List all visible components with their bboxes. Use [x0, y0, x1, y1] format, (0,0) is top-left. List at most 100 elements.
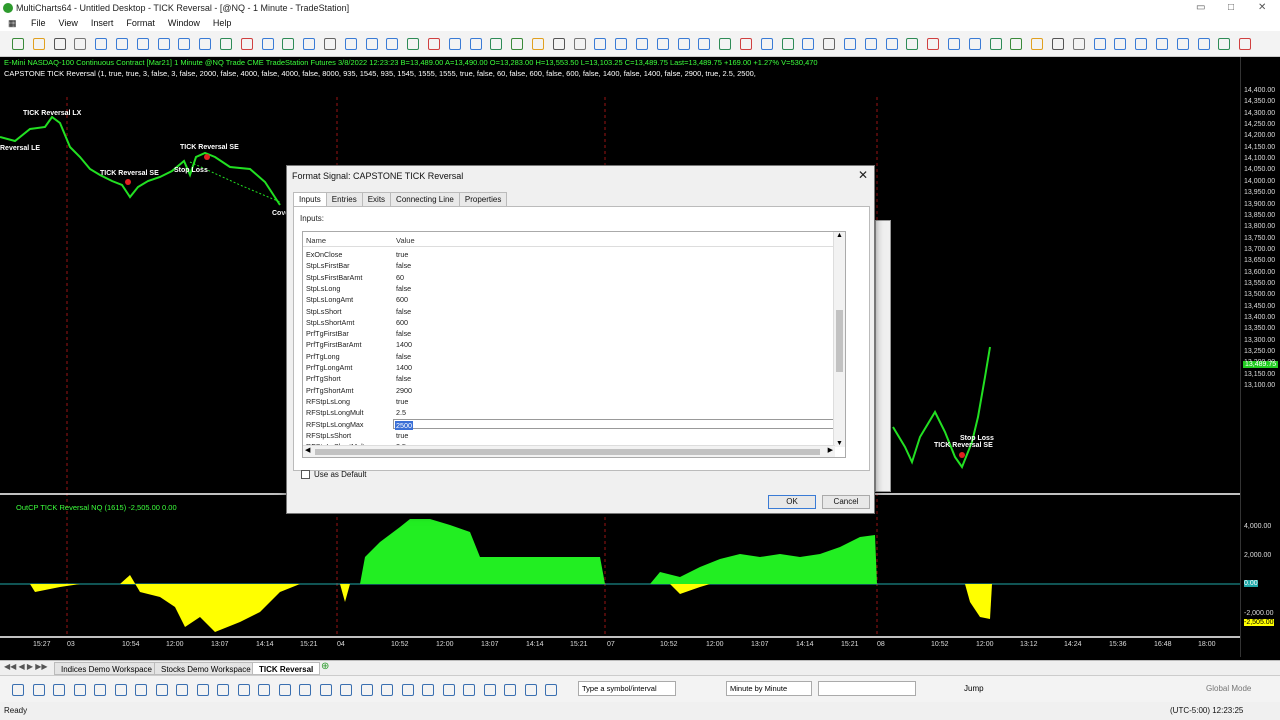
resolution-select[interactable]: Minute by Minute [726, 681, 812, 696]
horizontal-scrollbar[interactable]: ◀ ▶ [303, 445, 835, 457]
toolbar-tool-icon[interactable] [781, 38, 794, 50]
drawing-tool-icon[interactable] [319, 684, 332, 696]
toolbar-tool-icon[interactable] [1135, 38, 1148, 50]
input-value[interactable]: true [396, 396, 408, 407]
drawing-tool-icon[interactable] [32, 684, 45, 696]
toolbar-tool-icon[interactable] [927, 38, 940, 50]
input-row[interactable]: RFStpLsLongMult 2.5 [303, 407, 833, 418]
menu-view[interactable]: View [59, 16, 78, 31]
drawing-tool-icon[interactable] [94, 684, 106, 696]
input-value[interactable]: 2900 [396, 385, 412, 396]
toolbar-tool-icon[interactable] [989, 38, 1002, 50]
drawing-tool-icon[interactable] [155, 684, 168, 696]
drawing-tool-icon[interactable] [73, 684, 86, 696]
menu-window[interactable]: Window [168, 16, 200, 31]
toolbar-tool-icon[interactable] [220, 38, 232, 50]
toolbar-tool-icon[interactable] [552, 38, 565, 50]
toolbar-tool-icon[interactable] [760, 38, 773, 50]
input-value-selected[interactable]: 2500 [395, 420, 413, 430]
toolbar-tool-icon[interactable] [490, 38, 503, 50]
toolbar-tool-icon[interactable] [844, 38, 856, 50]
toolbar-tool-icon[interactable] [906, 38, 919, 50]
toolbar-tool-icon[interactable] [74, 38, 87, 50]
scroll-up-icon[interactable]: ▲ [836, 232, 843, 239]
menu-help[interactable]: Help [213, 16, 232, 31]
toolbar-tool-icon[interactable] [12, 38, 24, 50]
toolbar-tool-icon[interactable] [344, 38, 357, 50]
menu-file[interactable]: File [31, 16, 46, 31]
input-row[interactable]: StpLsShortAmt 600 [303, 317, 833, 328]
tab-properties[interactable]: Properties [458, 192, 508, 206]
drawing-tool-icon[interactable] [176, 684, 188, 696]
checkbox-box[interactable] [301, 470, 310, 479]
input-value[interactable]: 2500 [393, 418, 834, 430]
input-value[interactable]: false [396, 283, 411, 294]
toolbar-tool-icon[interactable] [1156, 38, 1168, 50]
price-axis[interactable]: 14,400.00 14,350.00 14,300.00 14,250.00 14,2… [1240, 57, 1280, 657]
drawing-tool-icon[interactable] [278, 684, 291, 696]
scroll-right-icon[interactable]: ▶ [828, 446, 833, 454]
tab-exits[interactable]: Exits [361, 192, 392, 206]
drawing-tool-icon[interactable] [258, 684, 270, 696]
input-row[interactable]: StpLsLong false [303, 283, 833, 294]
input-row[interactable]: PrfTgShort false [303, 373, 833, 384]
toolbar-tool-icon[interactable] [677, 38, 690, 50]
input-row[interactable]: PrfTgFirstBarAmt 1400 [303, 339, 833, 350]
drawing-tool-icon[interactable] [401, 684, 414, 696]
app-menu-icon[interactable]: ▦ [8, 16, 18, 31]
global-mode-button[interactable]: Global Mode [1206, 684, 1251, 693]
input-row[interactable]: RFStpLsLong true [303, 396, 833, 407]
drawing-tool-icon[interactable] [422, 684, 434, 696]
drawing-tool-icon[interactable] [135, 684, 147, 696]
use-as-default-checkbox[interactable]: Use as Default [301, 470, 366, 479]
toolbar-tool-icon[interactable] [1176, 38, 1189, 50]
input-value[interactable]: false [396, 260, 411, 271]
hscroll-thumb[interactable] [315, 449, 820, 455]
drawing-tool-icon[interactable] [196, 684, 209, 696]
tab-inputs[interactable]: Inputs [293, 192, 327, 206]
toolbar-tool-icon[interactable] [1239, 38, 1252, 50]
scroll-down-icon[interactable]: ▼ [836, 440, 843, 447]
jump-button[interactable]: Jump [964, 684, 984, 693]
symbol-input[interactable]: Type a symbol/interval [578, 681, 676, 696]
input-row[interactable]: RFStpLsLongMax 2500 [303, 418, 834, 430]
toolbar-tool-icon[interactable] [511, 38, 524, 50]
drawing-tool-icon[interactable] [504, 684, 516, 696]
toolbar-tool-icon[interactable] [740, 38, 752, 50]
input-value[interactable]: true [396, 249, 408, 260]
toolbar-tool-icon[interactable] [53, 38, 66, 50]
input-value[interactable]: false [396, 373, 411, 384]
toolbar-tool-icon[interactable] [407, 38, 420, 50]
toolbar-tool-icon[interactable] [698, 38, 711, 50]
input-value[interactable]: 600 [396, 317, 408, 328]
input-row[interactable]: RFStpLsShort true [303, 430, 833, 441]
tab-nav-icon[interactable]: ◀◀ ◀ ▶ ▶▶ [4, 662, 48, 671]
drawing-tool-icon[interactable] [237, 684, 250, 696]
input-value[interactable]: 2.5 [396, 407, 406, 418]
drawing-tool-icon[interactable] [381, 684, 393, 696]
cancel-button[interactable]: Cancel [822, 495, 870, 509]
toolbar-tool-icon[interactable] [823, 38, 836, 50]
toolbar-tool-icon[interactable] [656, 38, 669, 50]
input-row[interactable]: PrfTgLong false [303, 351, 833, 362]
tab-stocks-demo[interactable]: Stocks Demo Workspace [154, 662, 258, 675]
toolbar-tool-icon[interactable] [178, 38, 191, 50]
session-select[interactable] [818, 681, 916, 696]
toolbar-tool-icon[interactable] [573, 38, 586, 50]
scroll-left-icon[interactable]: ◀ [305, 446, 310, 454]
toolbar-tool-icon[interactable] [1197, 38, 1210, 50]
tab-indices-demo[interactable]: Indices Demo Workspace [54, 662, 159, 675]
toolbar-tool-icon[interactable] [948, 38, 960, 50]
toolbar-tool-icon[interactable] [324, 38, 336, 50]
toolbar-tool-icon[interactable] [1093, 38, 1106, 50]
toolbar-tool-icon[interactable] [864, 38, 877, 50]
toolbar-tool-icon[interactable] [532, 38, 544, 50]
drawing-tool-icon[interactable] [217, 684, 229, 696]
toolbar-tool-icon[interactable] [1218, 38, 1231, 50]
input-row[interactable]: PrfTgFirstBar false [303, 328, 833, 339]
toolbar-tool-icon[interactable] [365, 38, 378, 50]
toolbar-tool-icon[interactable] [1052, 38, 1064, 50]
tab-tick-reversal[interactable]: TICK Reversal [252, 662, 321, 675]
drawing-tool-icon[interactable] [299, 684, 311, 696]
input-value[interactable]: false [396, 306, 411, 317]
